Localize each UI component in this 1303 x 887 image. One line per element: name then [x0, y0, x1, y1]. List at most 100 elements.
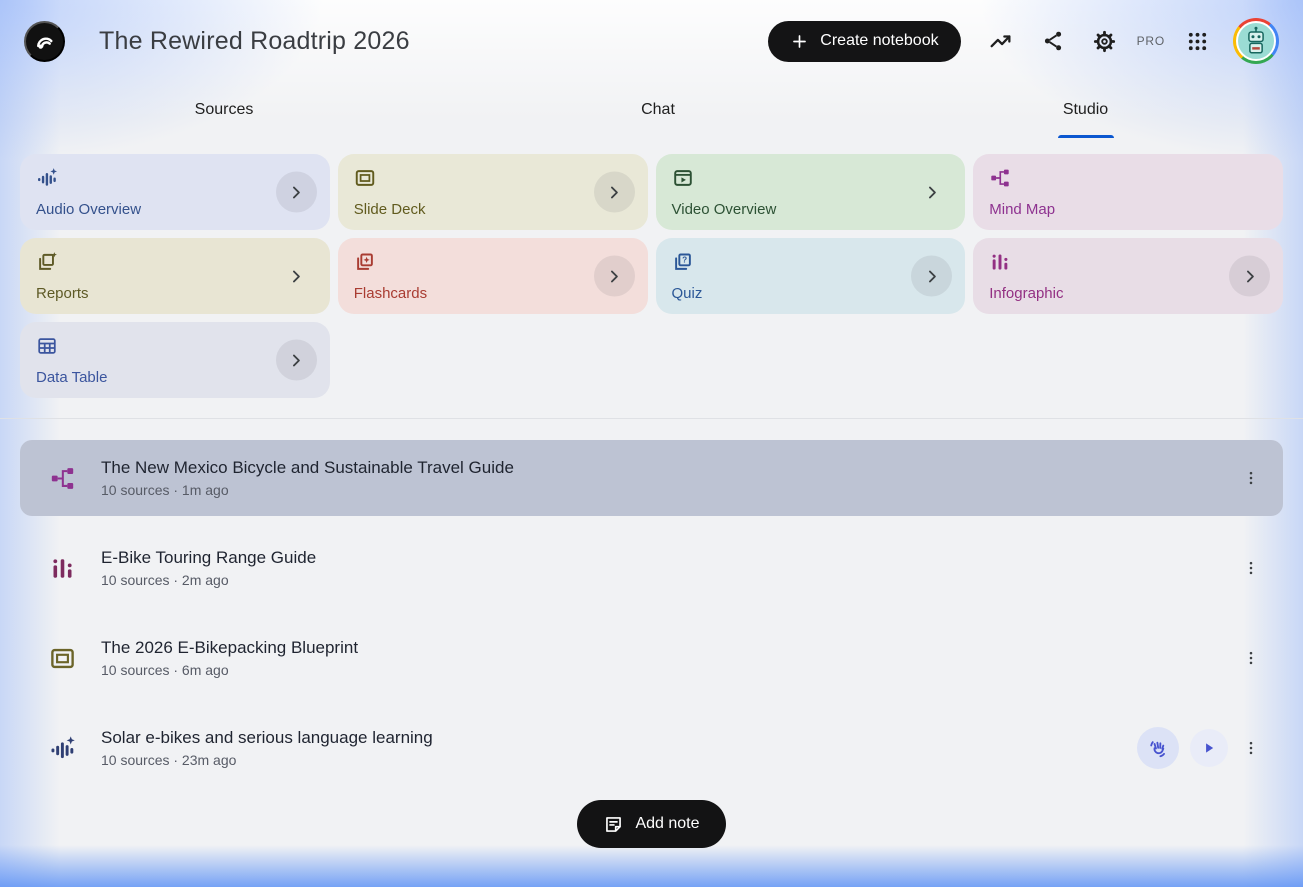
tool-label: Quiz: [671, 285, 703, 302]
tool-card-slide-deck[interactable]: Slide Deck: [337, 154, 648, 230]
add-note-container: Add note: [0, 800, 1303, 848]
tool-card-mind-map[interactable]: Mind Map: [973, 154, 1283, 230]
active-tab-underline: [1057, 135, 1114, 138]
plus-icon: [793, 34, 807, 48]
robot-icon: [1239, 24, 1273, 58]
play-audio-button[interactable]: [1190, 729, 1228, 767]
row-actions: [1239, 638, 1273, 678]
tool-label: Mind Map: [989, 201, 1056, 218]
artifact-text: The 2026 E-Bikepacking Blueprint 10 sour…: [101, 638, 358, 678]
settings-button[interactable]: [1079, 19, 1131, 63]
artifact-title: Solar e-bikes and serious language learn…: [101, 728, 433, 747]
row-actions: [1137, 727, 1273, 769]
artifact-menu-button[interactable]: [1239, 548, 1263, 588]
mind-map-icon: [51, 467, 74, 489]
tool-card-flashcards[interactable]: Flashcards: [337, 238, 648, 314]
avatar-robot-image: [1236, 21, 1276, 61]
chevron-right-icon: [1246, 270, 1254, 282]
header-actions: Create notebook PRO: [768, 18, 1279, 64]
kebab-menu-icon: [1249, 651, 1253, 665]
tab-studio[interactable]: Studio: [868, 82, 1303, 138]
create-notebook-button[interactable]: Create notebook: [768, 20, 961, 62]
logo-wave-icon: [36, 37, 53, 49]
flashcards-icon: [356, 253, 373, 270]
slide-deck-icon: [51, 648, 74, 668]
tool-card-video-overview[interactable]: Video Overview: [655, 154, 966, 230]
notebooklm-logo[interactable]: [24, 20, 65, 62]
mind-map-icon: [991, 169, 1009, 187]
chevron-right-icon: [293, 354, 301, 366]
interactive-mode-button[interactable]: [1137, 727, 1179, 769]
analytics-button[interactable]: [975, 19, 1027, 63]
create-notebook-label: Create notebook: [820, 32, 939, 49]
artifact-text: The New Mexico Bicycle and Sustainable T…: [101, 458, 514, 498]
artifact-menu-button[interactable]: [1239, 728, 1263, 768]
chevron-right-icon: [611, 270, 618, 282]
artifact-title: The New Mexico Bicycle and Sustainable T…: [101, 458, 514, 477]
artifact-menu-button[interactable]: [1239, 638, 1263, 678]
tab-chat[interactable]: Chat: [448, 82, 868, 138]
account-avatar[interactable]: [1233, 18, 1279, 64]
tool-card-reports[interactable]: Reports: [20, 238, 330, 314]
artifact-menu-button[interactable]: [1239, 458, 1263, 498]
kebab-menu-icon: [1249, 741, 1253, 755]
share-button[interactable]: [1027, 19, 1079, 63]
google-apps-button[interactable]: [1171, 19, 1223, 63]
tab-sources-label: Sources: [194, 101, 254, 118]
pro-badge: PRO: [1136, 34, 1165, 48]
chevron-right-icon: [611, 186, 618, 198]
tool-label: Infographic: [989, 285, 1064, 302]
infographic-icon: [992, 254, 1008, 270]
studio-tools-grid: Audio Overview Slide Deck Video Overview…: [0, 138, 1303, 398]
tool-card-audio-overview[interactable]: Audio Overview: [20, 154, 330, 230]
slide-deck-icon: [355, 170, 374, 186]
tool-label: Audio Overview: [36, 201, 142, 218]
artifact-row-infographic[interactable]: E-Bike Touring Range Guide 10 sources · …: [20, 530, 1283, 606]
tab-studio-label: Studio: [1062, 101, 1109, 118]
chevron-right-icon: [293, 270, 301, 282]
artifact-list: The New Mexico Bicycle and Sustainable T…: [0, 419, 1303, 786]
video-overview-icon: [673, 170, 692, 186]
play-icon: [1206, 743, 1214, 753]
artifact-row-slide-deck[interactable]: The 2026 E-Bikepacking Blueprint 10 sour…: [20, 620, 1283, 696]
artifact-text: E-Bike Touring Range Guide 10 sources · …: [101, 548, 316, 588]
note-icon: [606, 816, 622, 832]
artifact-title: E-Bike Touring Range Guide: [101, 548, 317, 567]
kebab-menu-icon: [1249, 561, 1253, 575]
tool-label: Reports: [36, 285, 89, 302]
artifact-row-mind-map[interactable]: The New Mexico Bicycle and Sustainable T…: [20, 440, 1283, 516]
reports-open-chevron[interactable]: [276, 256, 317, 297]
apps-grid-icon: [1188, 32, 1206, 50]
audio-waveform-icon: [51, 735, 75, 758]
tab-chat-label: Chat: [641, 101, 675, 118]
audio-overview-open-chevron[interactable]: [275, 171, 317, 213]
infographic-open-chevron[interactable]: [1229, 255, 1270, 297]
data-table-open-chevron[interactable]: [275, 339, 317, 381]
infographic-icon: [53, 558, 72, 578]
add-note-label: Add note: [635, 815, 700, 832]
tool-card-data-table[interactable]: Data Table: [20, 322, 330, 398]
tool-card-quiz[interactable]: ? Quiz: [655, 238, 966, 314]
kebab-menu-icon: [1249, 471, 1253, 485]
share-icon: [1044, 31, 1061, 51]
artifact-text: Solar e-bikes and serious language learn…: [101, 728, 433, 768]
add-note-button[interactable]: Add note: [577, 800, 726, 848]
quiz-open-chevron[interactable]: [911, 255, 953, 297]
chevron-right-icon: [928, 270, 936, 282]
flashcards-open-chevron[interactable]: [593, 255, 635, 297]
gear-icon: [1094, 30, 1116, 52]
wave-hand-icon: [1150, 741, 1165, 758]
chevron-right-icon: [928, 186, 936, 198]
tab-sources[interactable]: Sources: [0, 82, 448, 138]
artifact-row-audio[interactable]: Solar e-bikes and serious language learn…: [20, 710, 1283, 786]
slide-deck-open-chevron[interactable]: [593, 171, 635, 213]
trending-up-icon: [990, 34, 1011, 47]
tool-label: Slide Deck: [353, 201, 426, 218]
artifact-meta: 10 sources · 1m ago: [101, 482, 229, 498]
video-overview-open-chevron[interactable]: [911, 172, 952, 213]
tool-label: Data Table: [36, 369, 108, 386]
notebook-title[interactable]: The Rewired Roadtrip 2026: [99, 27, 410, 56]
tool-card-infographic[interactable]: Infographic: [973, 238, 1283, 314]
quiz-icon: ?: [674, 253, 691, 270]
artifact-meta: 10 sources · 23m ago: [101, 752, 237, 768]
